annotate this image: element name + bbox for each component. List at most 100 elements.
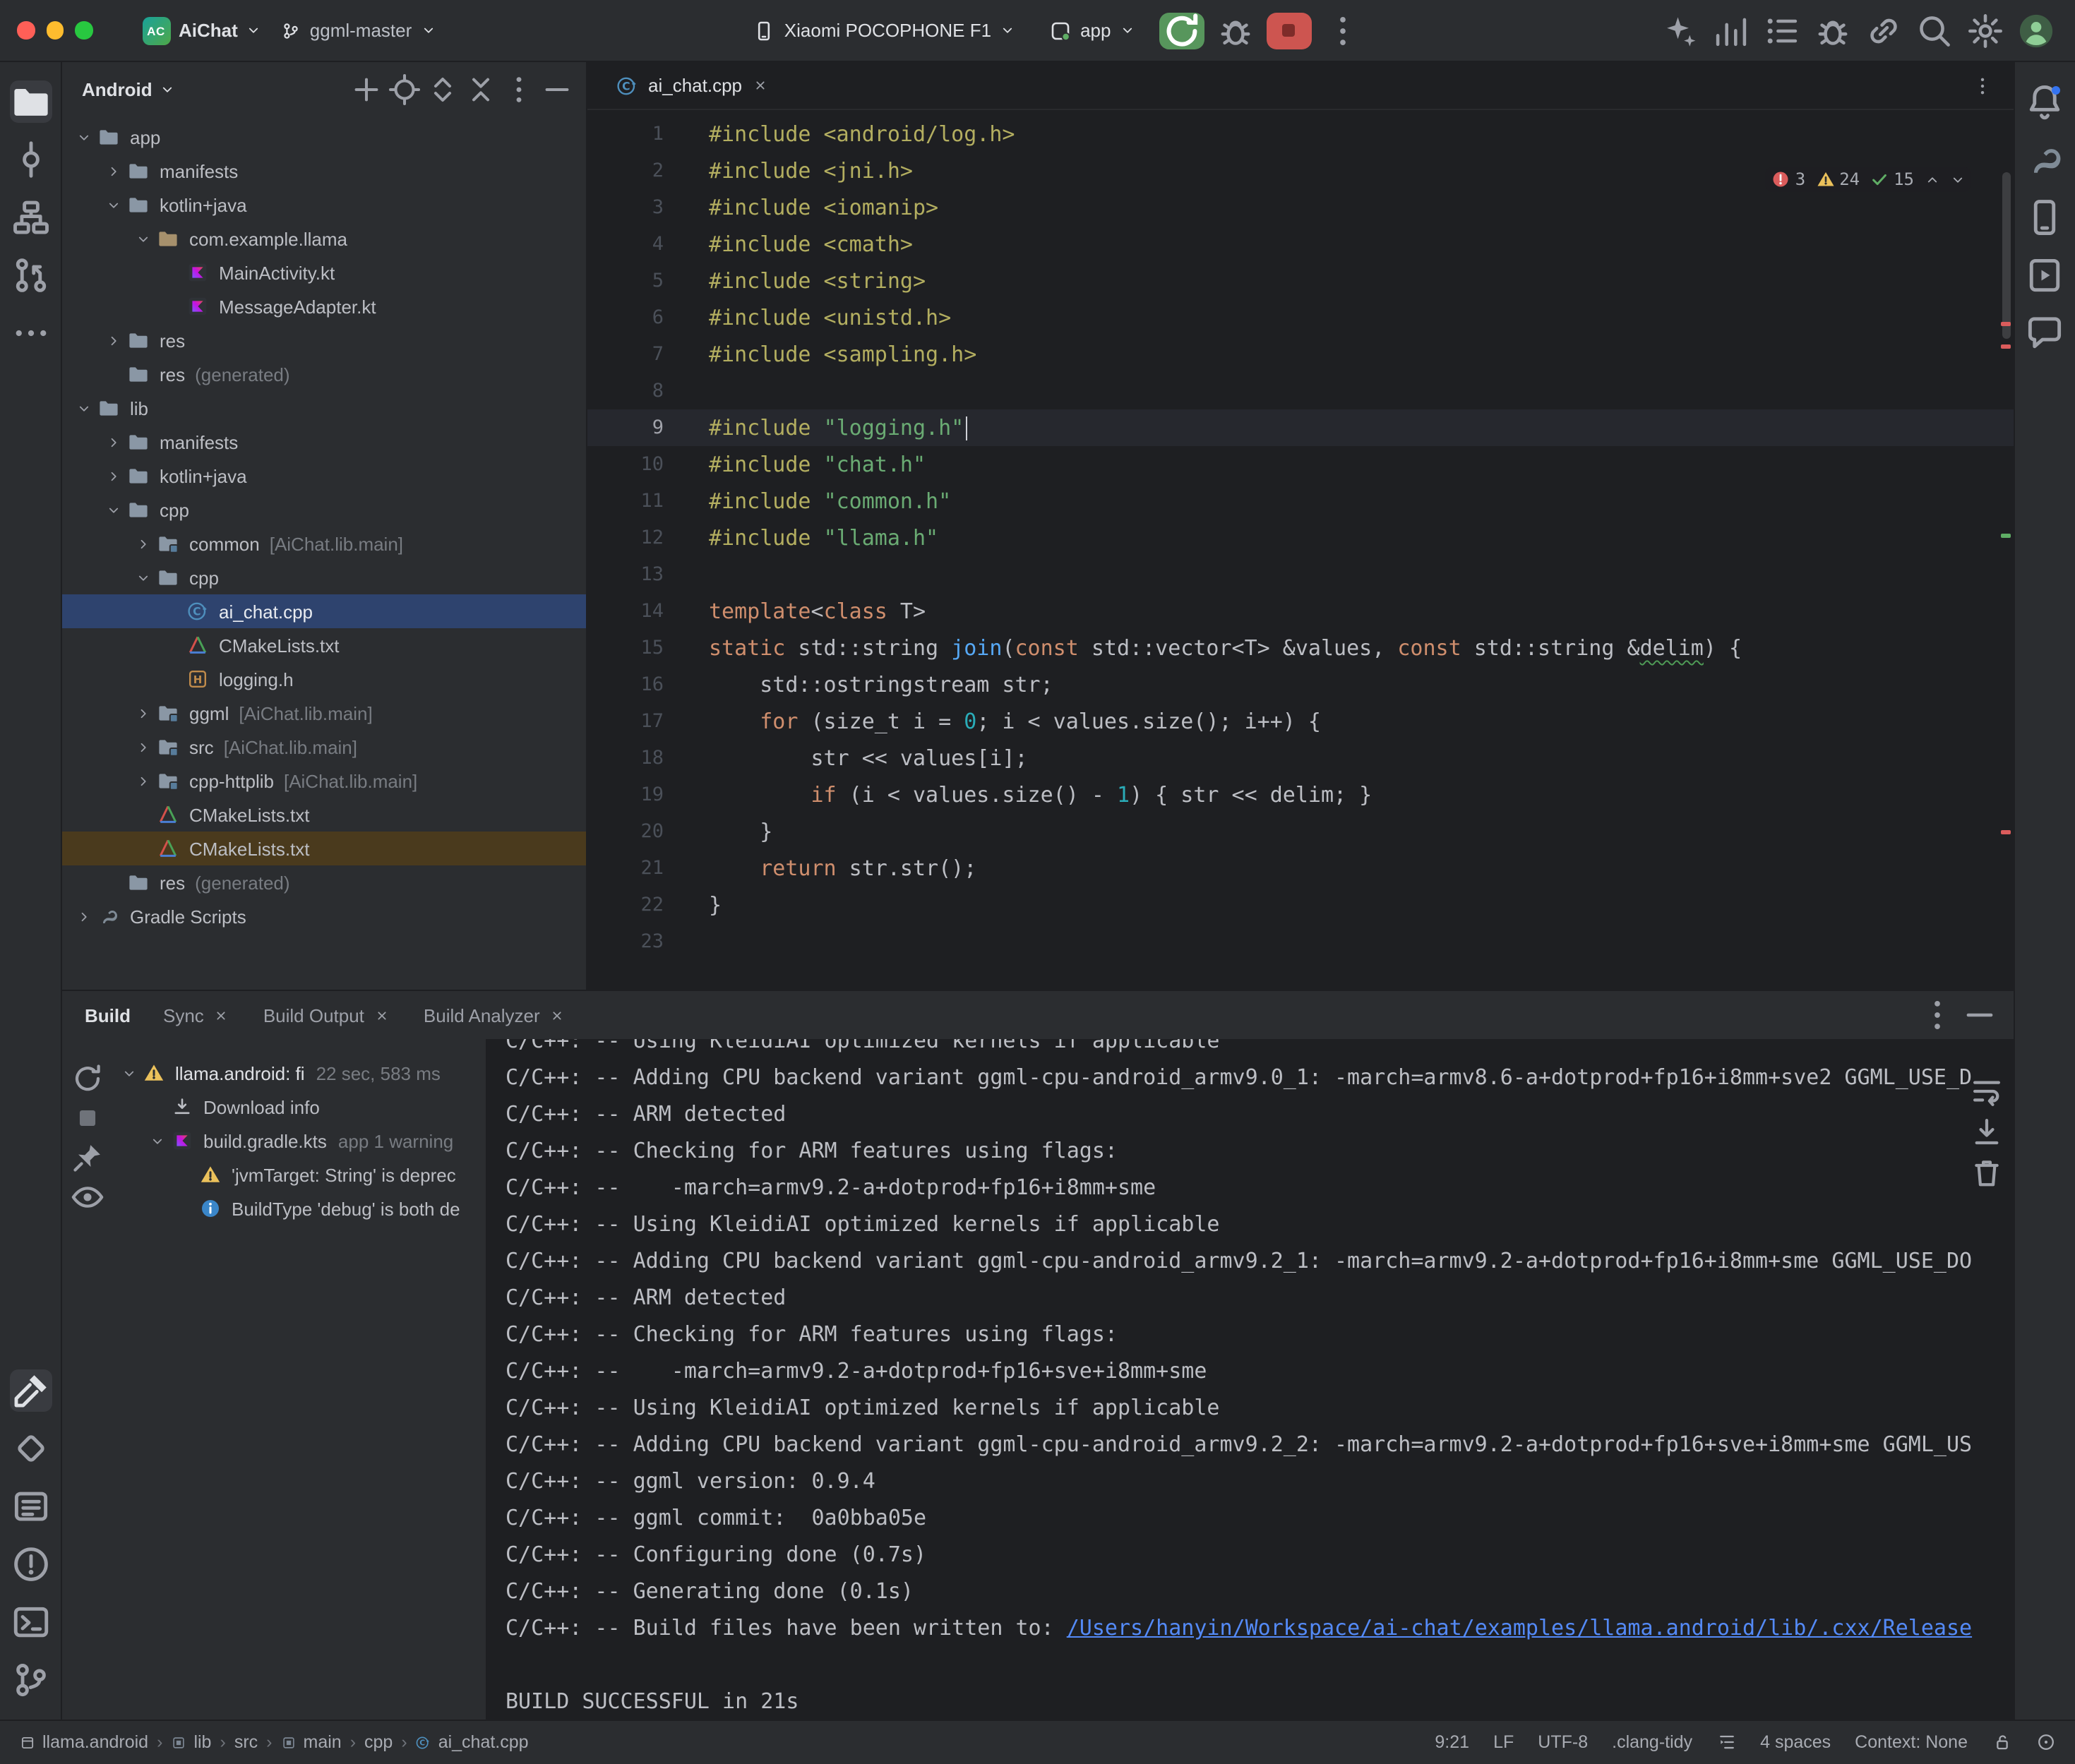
chevron-down-icon[interactable] <box>71 400 96 416</box>
more-horizontal-button[interactable] <box>9 311 52 354</box>
next-problem-icon[interactable] <box>1949 172 1965 187</box>
tree-item-cmakelists-txt[interactable]: CMakeLists.txt <box>62 832 586 865</box>
tree-item-cpp[interactable]: cpp <box>62 493 586 527</box>
chevron-down-icon[interactable] <box>100 197 126 212</box>
ai-assistant-button[interactable] <box>1660 11 1699 50</box>
tree-item-cmakelists-txt[interactable]: CMakeLists.txt <box>62 798 586 832</box>
refresh-button[interactable] <box>69 1060 106 1097</box>
build-tab-build-analyzer[interactable]: Build Analyzer <box>408 997 581 1033</box>
link-button[interactable] <box>1863 11 1903 50</box>
build-console[interactable]: C/C++: -- Using KleidiAI optimized kerne… <box>486 1039 2013 1719</box>
more-button[interactable] <box>1323 11 1363 50</box>
build-panel-title[interactable]: Build <box>85 1004 131 1026</box>
gradle-button[interactable] <box>2023 138 2066 180</box>
run-config-selector[interactable]: app <box>1039 13 1144 47</box>
tree-item-messageadapter-kt[interactable]: MessageAdapter.kt <box>62 289 586 323</box>
window-zoom-button[interactable] <box>75 22 92 40</box>
tab-close-icon[interactable] <box>752 78 767 93</box>
close-icon[interactable] <box>374 1007 390 1023</box>
chevron-right-icon[interactable] <box>130 705 155 721</box>
tree-item-manifests[interactable]: manifests <box>62 425 586 459</box>
tree-item-logging-h[interactable]: Hlogging.h <box>62 662 586 696</box>
build-output-path-link[interactable]: /Users/hanyin/Workspace/ai-chat/examples… <box>1067 1615 1972 1640</box>
tree-item-res-generated[interactable]: res(generated) <box>62 357 586 391</box>
status-indent-size[interactable]: 4 spaces <box>1760 1732 1831 1752</box>
expand-all-button[interactable] <box>425 71 460 107</box>
status-line-ending[interactable]: LF <box>1493 1732 1514 1752</box>
running-devices-button[interactable] <box>2023 253 2066 296</box>
tree-item-res-generated[interactable]: res(generated) <box>62 865 586 899</box>
build-tree-item-jvmtarget-string-is-deprec[interactable]: 'jvmTarget: String' is deprec <box>113 1158 486 1192</box>
build-tab-sync[interactable]: Sync <box>148 997 245 1033</box>
search-button[interactable] <box>1914 11 1954 50</box>
app-quality-insights-button[interactable] <box>2023 311 2066 354</box>
tree-item-cmakelists-txt[interactable]: CMakeLists.txt <box>62 628 586 662</box>
breadcrumb-llama-android[interactable]: llama.android <box>20 1732 148 1752</box>
tree-item-kotlin-java[interactable]: kotlin+java <box>62 459 586 493</box>
hide-button[interactable] <box>1959 995 1999 1035</box>
chevron-down-icon[interactable] <box>130 570 155 585</box>
chevron-down-icon[interactable] <box>71 129 96 145</box>
todo-list-button[interactable] <box>1762 11 1801 50</box>
tree-item-cpp-httplib-aichat-lib-main[interactable]: cpp-httplib[AiChat.lib.main] <box>62 764 586 798</box>
chevron-down-icon[interactable] <box>144 1133 169 1148</box>
project-folder-button[interactable] <box>9 80 52 122</box>
chevron-right-icon[interactable] <box>100 332 126 348</box>
prev-problem-icon[interactable] <box>1924 172 1939 187</box>
kebab-button[interactable] <box>1917 995 1956 1035</box>
stop-button[interactable] <box>1267 12 1312 49</box>
tree-item-com-example-llama[interactable]: com.example.llama <box>62 222 586 256</box>
project-selector[interactable]: AC AiChat <box>132 11 272 50</box>
app-inspection-button[interactable] <box>9 1427 52 1470</box>
tree-item-cpp[interactable]: cpp <box>62 560 586 594</box>
build-tree-item-llama-android-fi[interactable]: llama.android: fi22 sec, 583 ms <box>113 1056 486 1090</box>
clear-button[interactable] <box>1968 1155 2004 1192</box>
tree-item-ai-chat-cpp[interactable]: Cai_chat.cpp <box>62 594 586 628</box>
branch-selector[interactable]: ggml-master <box>272 14 446 47</box>
chevron-right-icon[interactable] <box>130 773 155 788</box>
chevron-down-icon[interactable] <box>100 502 126 517</box>
stop-disabled-button[interactable] <box>69 1100 106 1136</box>
tree-item-kotlin-java[interactable]: kotlin+java <box>62 188 586 222</box>
status-file-lock[interactable] <box>1992 1732 2011 1752</box>
scroll-annotation-mark[interactable] <box>2000 344 2010 349</box>
breadcrumb-src[interactable]: src <box>234 1732 258 1752</box>
tree-item-lib[interactable]: lib <box>62 391 586 425</box>
inspections-widget[interactable]: 3 24 15 <box>1766 167 1971 192</box>
chevron-right-icon[interactable] <box>100 434 126 450</box>
structure-button[interactable] <box>9 196 52 238</box>
build-tree-item-download-info[interactable]: Download info <box>113 1090 486 1124</box>
tree-item-app[interactable]: app <box>62 120 586 154</box>
soft-wrap-button[interactable] <box>1968 1073 2004 1110</box>
build-tree-item-build-gradle-kts[interactable]: build.gradle.ktsapp 1 warning <box>113 1124 486 1158</box>
breadcrumb-ai-chat-cpp[interactable]: Cai_chat.cpp <box>416 1732 529 1752</box>
kebab-button[interactable] <box>501 71 537 107</box>
status-encoding[interactable]: UTF-8 <box>1538 1732 1588 1752</box>
profiler-button[interactable] <box>1711 11 1750 50</box>
chevron-right-icon[interactable] <box>100 163 126 179</box>
project-view-selector[interactable]: Android <box>82 78 175 100</box>
status-inspections-status[interactable] <box>2035 1732 2055 1752</box>
locate-button[interactable] <box>387 71 422 107</box>
settings-button[interactable] <box>1965 11 2004 50</box>
tree-item-manifests[interactable]: manifests <box>62 154 586 188</box>
tree-item-src-aichat-lib-main[interactable]: src[AiChat.lib.main] <box>62 730 586 764</box>
attach-debugger-button[interactable] <box>1812 11 1852 50</box>
breadcrumb-lib[interactable]: lib <box>171 1732 211 1752</box>
pin-button[interactable] <box>69 1139 106 1176</box>
chevron-right-icon[interactable] <box>130 739 155 755</box>
chevron-right-icon[interactable] <box>71 908 96 924</box>
pull-requests-button[interactable] <box>9 253 52 296</box>
tree-item-mainactivity-kt[interactable]: MainActivity.kt <box>62 256 586 289</box>
build-button[interactable] <box>9 1369 52 1412</box>
build-tree-item-buildtype-debug-is-both-de[interactable]: BuildType 'debug' is both de <box>113 1192 486 1225</box>
rerun-button[interactable] <box>1159 12 1204 49</box>
version-control-button[interactable] <box>9 1659 52 1701</box>
chevron-right-icon[interactable] <box>100 468 126 484</box>
close-icon[interactable] <box>214 1007 229 1023</box>
chevron-down-icon[interactable] <box>116 1065 141 1081</box>
window-minimize-button[interactable] <box>46 22 64 40</box>
code-area[interactable]: 1#include <android/log.h>2#include <jni.… <box>587 110 2013 990</box>
logcat-button[interactable] <box>9 1485 52 1528</box>
editor-scrollbar[interactable] <box>2002 172 2010 339</box>
